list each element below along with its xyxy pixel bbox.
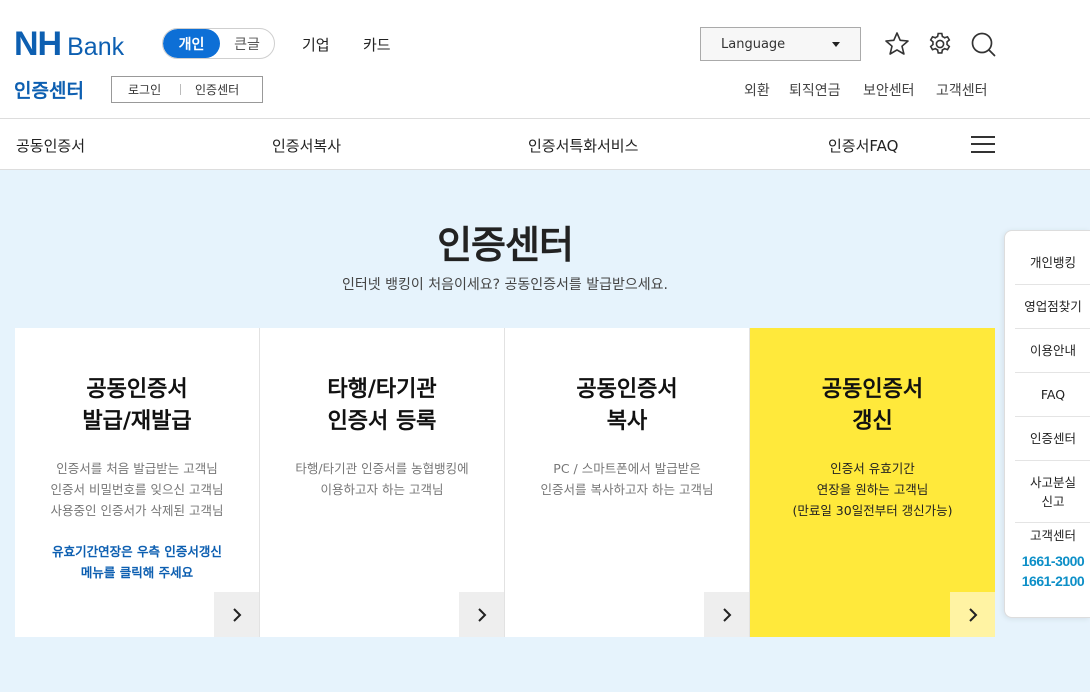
util-link-pension[interactable]: 퇴직연금 xyxy=(789,80,841,100)
logo-nh-text: NH xyxy=(14,25,62,63)
card-renew[interactable]: 공동인증서 갱신 인증서 유효기간 연장을 원하는 고객님 (만료일 30일전부… xyxy=(750,328,995,637)
card-description: 타행/타기관 인증서를 농협뱅킹에 이용하고자 하는 고객님 xyxy=(295,461,469,497)
nav-item-faq[interactable]: 인증서FAQ xyxy=(828,135,898,156)
quick-item-auth-center[interactable]: 인증센터 xyxy=(1015,417,1090,461)
quick-item-loss-report[interactable]: 사고분실 신고 xyxy=(1015,461,1090,523)
sub-link-box: 로그인 인증센터 xyxy=(111,76,263,103)
section-title[interactable]: 인증센터 xyxy=(14,76,84,103)
card-arrow-button[interactable] xyxy=(459,592,504,637)
card-title: 공동인증서 갱신 xyxy=(821,377,924,434)
dropdown-arrow-icon xyxy=(832,42,840,47)
personal-mode-button[interactable]: 개인 xyxy=(163,29,220,58)
customer-center-label: 고객센터 xyxy=(1029,528,1076,543)
site-header: NH Bank 개인 큰글 기업 카드 Language 인증센터 로그인 인증… xyxy=(0,0,1090,118)
card-arrow-button[interactable] xyxy=(950,592,995,637)
nav-item-copy[interactable]: 인증서복사 xyxy=(272,135,341,156)
top-menu-business[interactable]: 기업 xyxy=(302,34,330,55)
page-title: 인증센터 xyxy=(437,223,574,267)
nh-bank-logo[interactable]: NH Bank xyxy=(14,27,124,64)
card-arrow-button[interactable] xyxy=(704,592,749,637)
quick-item-faq[interactable]: FAQ xyxy=(1015,373,1090,417)
util-link-security[interactable]: 보안센터 xyxy=(863,80,915,100)
main-navigation: 공동인증서 인증서복사 인증서특화서비스 인증서FAQ xyxy=(0,118,1090,170)
card-description: PC / 스마트폰에서 발급받은 인증서를 복사하고자 하는 고객님 xyxy=(540,461,714,497)
phone-number-2[interactable]: 1661-2100 xyxy=(1015,571,1090,591)
login-link[interactable]: 로그인 xyxy=(112,81,180,98)
language-select[interactable]: Language xyxy=(700,27,861,61)
large-text-mode-button[interactable]: 큰글 xyxy=(220,29,274,58)
chevron-right-icon xyxy=(722,607,731,622)
util-link-exchange[interactable]: 외환 xyxy=(744,80,770,100)
quick-item-customer-center: 고객센터 1661-3000 1661-2100 xyxy=(1015,526,1090,591)
star-icon[interactable] xyxy=(883,30,911,58)
gear-icon[interactable] xyxy=(926,30,954,58)
page-subtitle: 인터넷 뱅킹이 처음이세요? 공동인증서를 발급받으세요. xyxy=(342,277,668,293)
card-title: 공동인증서 복사 xyxy=(576,377,678,434)
search-icon[interactable] xyxy=(969,30,997,58)
language-select-label: Language xyxy=(721,36,786,52)
chevron-right-icon xyxy=(477,607,486,622)
view-mode-toggle: 개인 큰글 xyxy=(162,28,275,59)
nav-item-special-service[interactable]: 인증서특화서비스 xyxy=(528,135,638,156)
phone-number-1[interactable]: 1661-3000 xyxy=(1015,551,1090,571)
quick-menu: 개인뱅킹 영업점찾기 이용안내 FAQ 인증센터 사고분실 신고 고객센터 16… xyxy=(1004,230,1090,618)
card-copy[interactable]: 공동인증서 복사 PC / 스마트폰에서 발급받은 인증서를 복사하고자 하는 … xyxy=(505,328,750,637)
chevron-right-icon xyxy=(968,607,977,622)
service-cards: 공동인증서 발급/재발급 인증서를 처음 발급받는 고객님 인증서 비밀번호를 … xyxy=(15,328,995,637)
card-title: 타행/타기관 인증서 등록 xyxy=(327,377,437,434)
card-issue[interactable]: 공동인증서 발급/재발급 인증서를 처음 발급받는 고객님 인증서 비밀번호를 … xyxy=(15,328,260,637)
quick-item-personal-banking[interactable]: 개인뱅킹 xyxy=(1015,241,1090,285)
quick-item-branch-finder[interactable]: 영업점찾기 xyxy=(1015,285,1090,329)
main-content: 인증센터 인터넷 뱅킹이 처음이세요? 공동인증서를 발급받으세요. 공동인증서… xyxy=(0,170,1090,692)
hamburger-menu-icon[interactable] xyxy=(971,136,995,153)
quick-item-guide[interactable]: 이용안내 xyxy=(1015,329,1090,373)
top-menu-card[interactable]: 카드 xyxy=(363,34,391,55)
auth-center-link[interactable]: 인증센터 xyxy=(181,81,239,98)
card-description: 인증서 유효기간 연장을 원하는 고객님 (만료일 30일전부터 갱신가능) xyxy=(792,461,953,518)
card-description: 인증서를 처음 발급받는 고객님 인증서 비밀번호를 잊으신 고객님 사용중인 … xyxy=(50,461,224,518)
card-register[interactable]: 타행/타기관 인증서 등록 타행/타기관 인증서를 농협뱅킹에 이용하고자 하는… xyxy=(260,328,505,637)
util-link-customer[interactable]: 고객센터 xyxy=(936,80,988,100)
card-arrow-button[interactable] xyxy=(214,592,259,637)
card-title: 공동인증서 발급/재발급 xyxy=(82,377,192,434)
card-note: 유효기간연장은 우측 인증서갱신 메뉴를 클릭해 주세요 xyxy=(52,544,222,580)
chevron-right-icon xyxy=(232,607,241,622)
nav-item-certificate[interactable]: 공동인증서 xyxy=(16,135,85,156)
logo-bank-text: Bank xyxy=(67,33,125,61)
